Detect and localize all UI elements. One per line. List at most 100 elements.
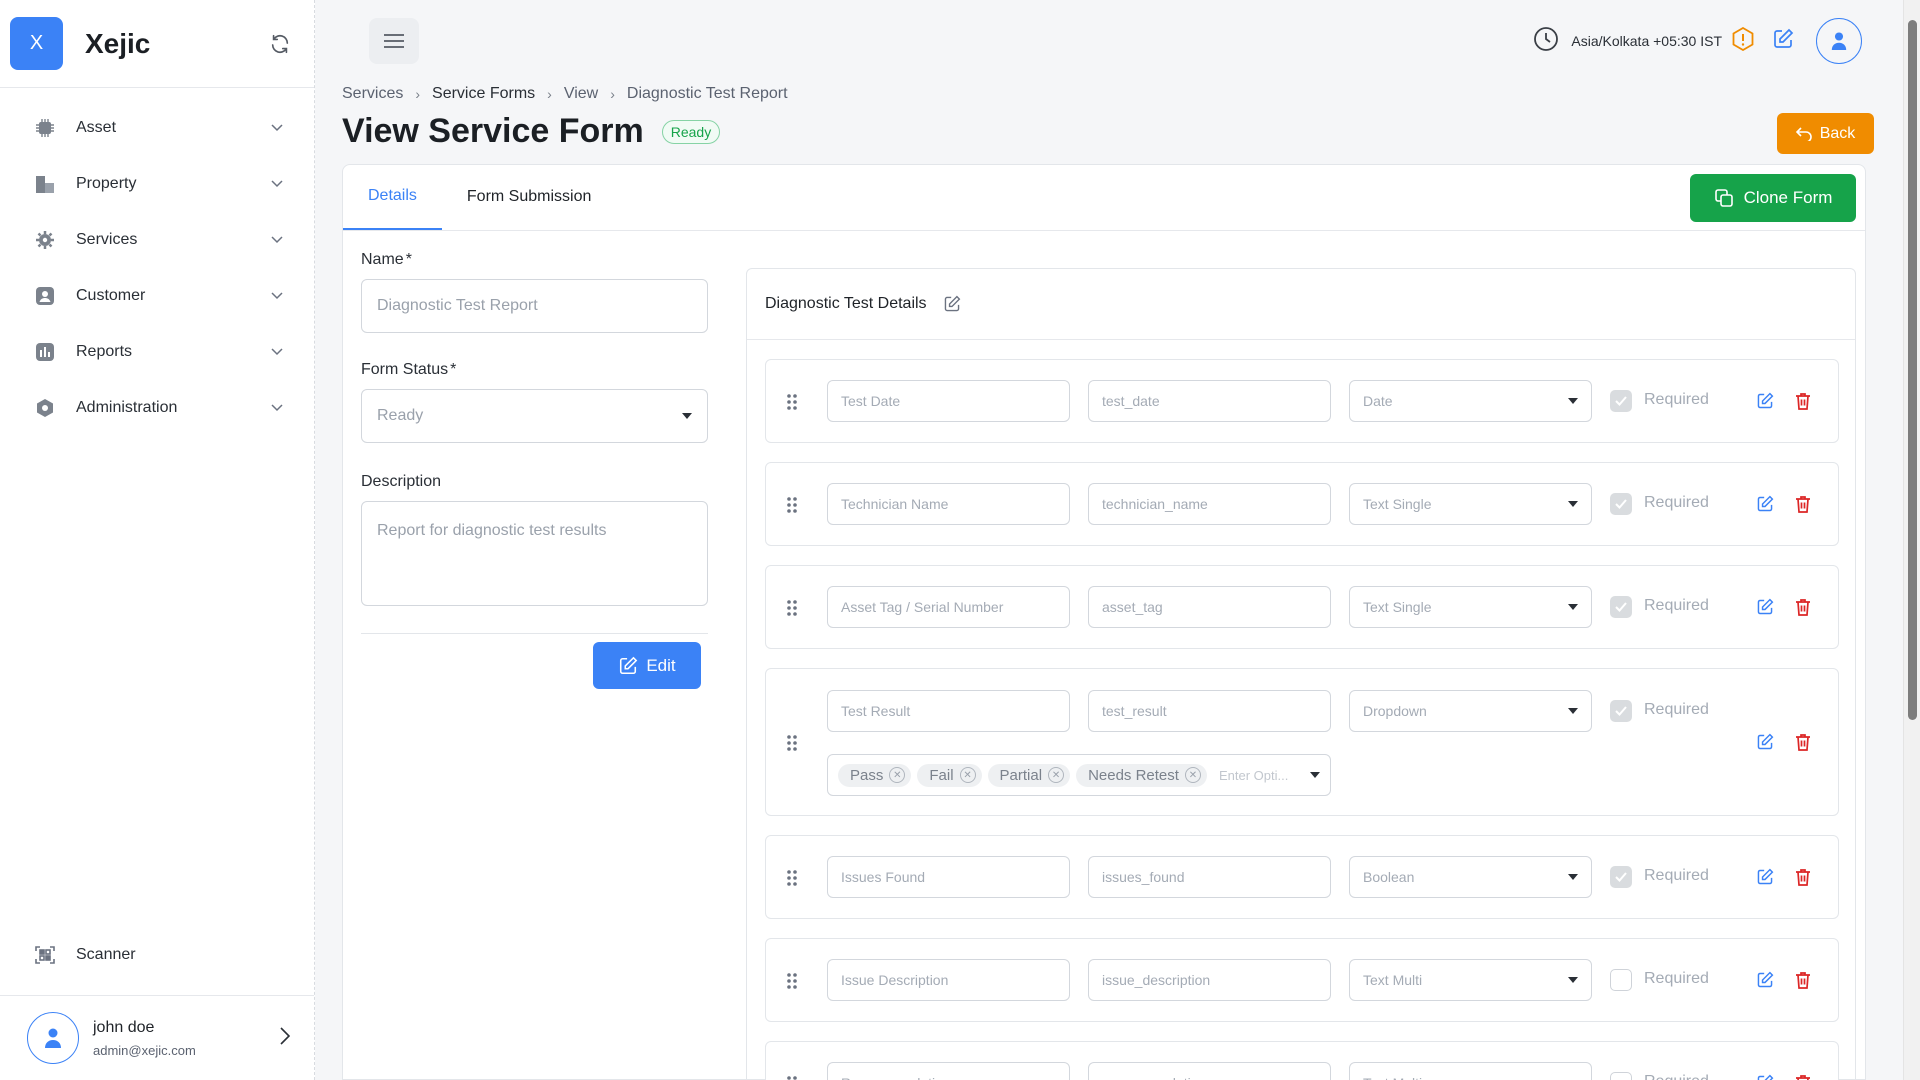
required-checkbox[interactable]	[1610, 493, 1632, 515]
drag-handle-icon[interactable]	[786, 734, 798, 752]
page-scrollbar[interactable]	[1903, 0, 1920, 1080]
required-label: Required	[1644, 597, 1709, 614]
close-icon[interactable]: ✕	[1184, 767, 1201, 783]
breadcrumb-link[interactable]: View	[564, 85, 598, 103]
trash-icon[interactable]	[1794, 1074, 1812, 1080]
breadcrumb-link[interactable]: Service Forms	[432, 85, 535, 103]
required-checkbox[interactable]	[1610, 596, 1632, 618]
sidebar-nav: Asset Property Services Customer Reports…	[0, 88, 314, 436]
trash-icon[interactable]	[1794, 392, 1812, 410]
drag-handle-icon[interactable]	[786, 1075, 798, 1080]
field-row: Recommendation recommendation Text Multi…	[765, 1041, 1839, 1080]
drag-handle-icon[interactable]	[786, 972, 798, 990]
edit-icon[interactable]	[1756, 868, 1774, 886]
chevron-down-icon	[270, 345, 284, 359]
drag-handle-icon[interactable]	[786, 393, 798, 411]
field-type-select[interactable]: Date	[1349, 380, 1592, 422]
edit-button[interactable]: Edit	[593, 642, 701, 689]
field-type-select[interactable]: Dropdown	[1349, 690, 1592, 732]
field-key-input[interactable]: recommendation	[1088, 1062, 1331, 1080]
trash-icon[interactable]	[1794, 971, 1812, 989]
close-icon[interactable]: ✕	[1048, 767, 1065, 783]
edit-icon[interactable]	[1756, 392, 1774, 410]
chevron-down-icon	[270, 177, 284, 191]
required-checkbox[interactable]	[1610, 866, 1632, 888]
field-label-input[interactable]: Technician Name	[827, 483, 1070, 525]
clone-form-button[interactable]: Clone Form	[1690, 174, 1856, 222]
user-profile[interactable]: john doe admin@xejic.com	[0, 995, 314, 1080]
option-input-placeholder[interactable]: Enter Opti...	[1219, 768, 1288, 783]
menu-toggle-button[interactable]	[369, 18, 419, 64]
field-key-input[interactable]: test_result	[1088, 690, 1331, 732]
required-label: Required	[1644, 391, 1709, 408]
drag-handle-icon[interactable]	[786, 869, 798, 887]
chevron-down-icon	[270, 233, 284, 247]
close-icon[interactable]: ✕	[959, 767, 976, 783]
edit-icon[interactable]	[1756, 971, 1774, 989]
edit-icon[interactable]	[1772, 28, 1794, 55]
sidebar-item-label: Services	[76, 231, 138, 248]
sidebar-item-services[interactable]: Services	[0, 212, 314, 268]
field-label-input[interactable]: Test Date	[827, 380, 1070, 422]
field-type-select[interactable]: Text Multi	[1349, 1062, 1592, 1080]
user-avatar-button[interactable]	[1816, 18, 1862, 64]
warning-icon[interactable]	[1732, 26, 1754, 56]
trash-icon[interactable]	[1794, 598, 1812, 616]
sidebar-item-asset[interactable]: Asset	[0, 100, 314, 156]
form-status-select[interactable]: Ready	[361, 389, 708, 443]
required-checkbox[interactable]	[1610, 390, 1632, 412]
chevron-right-icon[interactable]	[280, 1026, 291, 1050]
field-type-select[interactable]: Boolean	[1349, 856, 1592, 898]
field-label-input[interactable]: Recommendation	[827, 1062, 1070, 1080]
field-label-input[interactable]: Issues Found	[827, 856, 1070, 898]
field-label-input[interactable]: Test Result	[827, 690, 1070, 732]
field-key-input[interactable]: issue_description	[1088, 959, 1331, 1001]
edit-icon[interactable]	[1756, 733, 1774, 751]
field-type-value: Dropdown	[1363, 703, 1427, 719]
back-button[interactable]: Back	[1777, 113, 1874, 154]
user-icon	[1831, 32, 1847, 50]
tab-form-submission[interactable]: Form Submission	[442, 164, 616, 230]
field-label-input[interactable]: Issue Description	[827, 959, 1070, 1001]
sidebar-item-customer[interactable]: Customer	[0, 268, 314, 324]
field-label-input[interactable]: Asset Tag / Serial Number	[827, 586, 1070, 628]
field-type-select[interactable]: Text Single	[1349, 483, 1592, 525]
required-checkbox[interactable]	[1610, 969, 1632, 991]
required-checkbox[interactable]	[1610, 700, 1632, 722]
sidebar-item-reports[interactable]: Reports	[0, 324, 314, 380]
required-checkbox[interactable]	[1610, 1072, 1632, 1080]
name-field[interactable]: Diagnostic Test Report	[361, 279, 708, 333]
sidebar-item-property[interactable]: Property	[0, 156, 314, 212]
drag-handle-icon[interactable]	[786, 599, 798, 617]
field-key-input[interactable]: test_date	[1088, 380, 1331, 422]
user-name: john doe	[93, 1018, 155, 1036]
edit-icon	[620, 656, 638, 674]
sidebar-item-administration[interactable]: Administration	[0, 380, 314, 436]
options-multiselect[interactable]: Pass ✕ Fail ✕ Partial ✕ Needs Retest ✕ Enter…	[827, 754, 1331, 796]
field-type-select[interactable]: Text Single	[1349, 586, 1592, 628]
trash-icon[interactable]	[1794, 868, 1812, 886]
back-button-label: Back	[1819, 124, 1856, 142]
close-icon[interactable]: ✕	[889, 767, 906, 783]
edit-icon[interactable]	[1756, 495, 1774, 513]
breadcrumb-link[interactable]: Services	[342, 85, 403, 103]
brand-logo[interactable]: X	[10, 17, 63, 70]
field-key-input[interactable]: issues_found	[1088, 856, 1331, 898]
field-row: Technician Name technician_name Text Sin…	[765, 462, 1839, 546]
scrollbar-thumb[interactable]	[1908, 20, 1917, 720]
tab-details[interactable]: Details	[343, 164, 442, 230]
edit-icon[interactable]	[943, 295, 961, 313]
field-key-input[interactable]: technician_name	[1088, 483, 1331, 525]
description-field[interactable]: Report for diagnostic test results	[361, 501, 708, 606]
field-key-input[interactable]: asset_tag	[1088, 586, 1331, 628]
trash-icon[interactable]	[1794, 733, 1812, 751]
building-icon	[34, 173, 56, 195]
trash-icon[interactable]	[1794, 495, 1812, 513]
edit-icon[interactable]	[1756, 1074, 1774, 1080]
field-type-select[interactable]: Text Multi	[1349, 959, 1592, 1001]
refresh-icon[interactable]	[266, 30, 294, 58]
brand-name: Xejic	[85, 27, 151, 59]
drag-handle-icon[interactable]	[786, 496, 798, 514]
sidebar-item-scanner[interactable]: Scanner	[0, 927, 314, 983]
edit-icon[interactable]	[1756, 598, 1774, 616]
